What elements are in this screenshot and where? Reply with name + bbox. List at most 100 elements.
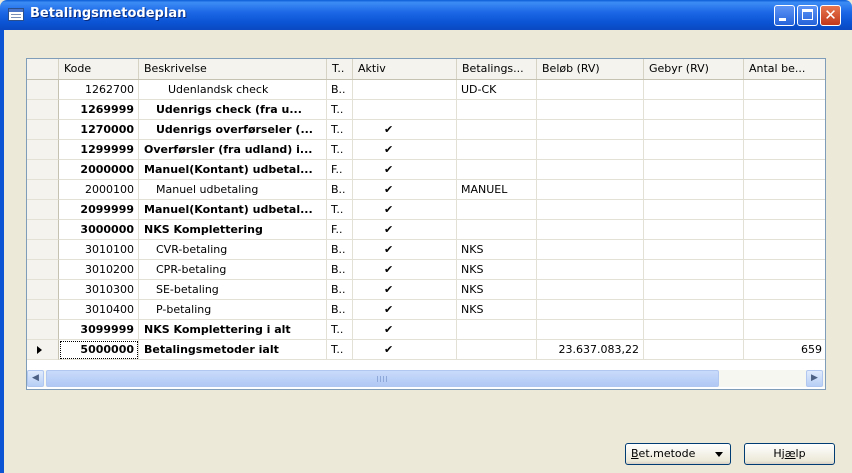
cell-beskrivelse[interactable]: SE-betaling <box>139 280 327 300</box>
cell-beskrivelse[interactable]: Overførsler (fra udland) i... <box>139 140 327 160</box>
table-row[interactable]: 3099999 NKS Komplettering i alt T.. ✔ <box>27 320 825 340</box>
cell-type[interactable]: B.. <box>327 80 353 100</box>
close-button[interactable]: ✕ <box>820 5 841 26</box>
cell-beskrivelse[interactable]: CPR-betaling <box>139 260 327 280</box>
row-selector[interactable] <box>27 100 59 120</box>
column-header-beskrivelse[interactable]: Beskrivelse <box>139 59 327 79</box>
cell-aktiv[interactable] <box>353 100 457 120</box>
cell-kode[interactable]: 3000000 <box>59 220 139 240</box>
row-selector[interactable] <box>27 320 59 340</box>
column-header-kode[interactable]: Kode <box>59 59 139 79</box>
cell-kode[interactable]: 2099999 <box>59 200 139 220</box>
cell-gebyr[interactable] <box>644 340 744 360</box>
cell-gebyr[interactable] <box>644 260 744 280</box>
column-header-betalingsmetode[interactable]: Betalings... <box>457 59 537 79</box>
cell-belob[interactable] <box>537 260 644 280</box>
cell-beskrivelse[interactable]: Betalingsmetoder ialt <box>139 340 327 360</box>
cell-aktiv[interactable]: ✔ <box>353 340 457 360</box>
cell-beskrivelse[interactable]: CVR-betaling <box>139 240 327 260</box>
table-row[interactable]: 1269999 Udenrigs check (fra u... T.. <box>27 100 825 120</box>
cell-aktiv[interactable] <box>353 80 457 100</box>
cell-antal[interactable] <box>744 80 825 100</box>
cell-type[interactable]: B.. <box>327 300 353 320</box>
scroll-right-button[interactable]: ▶ <box>806 370 823 387</box>
cell-kode[interactable]: 3010200 <box>59 260 139 280</box>
column-header-type[interactable]: T.. <box>327 59 353 79</box>
cell-antal[interactable] <box>744 240 825 260</box>
bet-metode-menu-button[interactable]: Bet.metode <box>625 443 731 465</box>
cell-betalings[interactable] <box>457 340 537 360</box>
help-button[interactable]: Hjælp <box>744 443 835 465</box>
cell-type[interactable]: F.. <box>327 220 353 240</box>
cell-antal[interactable] <box>744 220 825 240</box>
cell-beskrivelse[interactable]: NKS Komplettering <box>139 220 327 240</box>
column-header-gebyr[interactable]: Gebyr (RV) <box>644 59 744 79</box>
column-header-antal[interactable]: Antal be... <box>744 59 825 79</box>
cell-betalings[interactable] <box>457 160 537 180</box>
cell-gebyr[interactable] <box>644 100 744 120</box>
cell-betalings[interactable]: NKS <box>457 300 537 320</box>
table-row[interactable]: 2099999 Manuel(Kontant) udbetal... T.. ✔ <box>27 200 825 220</box>
cell-kode[interactable]: 1299999 <box>59 140 139 160</box>
cell-belob[interactable] <box>537 200 644 220</box>
scroll-left-button[interactable]: ◀ <box>27 370 44 387</box>
cell-aktiv[interactable]: ✔ <box>353 300 457 320</box>
cell-belob[interactable]: 23.637.083,22 <box>537 340 644 360</box>
cell-belob[interactable] <box>537 140 644 160</box>
cell-antal[interactable] <box>744 280 825 300</box>
cell-betalings[interactable]: NKS <box>457 240 537 260</box>
cell-gebyr[interactable] <box>644 80 744 100</box>
cell-kode[interactable]: 3010300 <box>59 280 139 300</box>
cell-gebyr[interactable] <box>644 320 744 340</box>
scroll-down-button[interactable]: ▼ <box>825 359 826 376</box>
cell-beskrivelse[interactable]: Manuel(Kontant) udbetal... <box>139 200 327 220</box>
cell-antal[interactable] <box>744 180 825 200</box>
cell-belob[interactable] <box>537 180 644 200</box>
cell-beskrivelse[interactable]: P-betaling <box>139 300 327 320</box>
cell-aktiv[interactable]: ✔ <box>353 140 457 160</box>
table-row[interactable]: 2000000 Manuel(Kontant) udbetal... F.. ✔ <box>27 160 825 180</box>
cell-antal[interactable] <box>744 100 825 120</box>
row-selector[interactable] <box>27 180 59 200</box>
row-selector[interactable] <box>27 280 59 300</box>
cell-kode[interactable]: 2000100 <box>59 180 139 200</box>
cell-kode[interactable]: 3010400 <box>59 300 139 320</box>
cell-type[interactable]: B.. <box>327 240 353 260</box>
cell-aktiv[interactable]: ✔ <box>353 180 457 200</box>
cell-beskrivelse[interactable]: Udenrigs overførseler (... <box>139 120 327 140</box>
row-selector[interactable] <box>27 120 59 140</box>
cell-betalings[interactable]: MANUEL <box>457 180 537 200</box>
cell-belob[interactable] <box>537 100 644 120</box>
row-selector[interactable] <box>27 200 59 220</box>
cell-betalings[interactable] <box>457 200 537 220</box>
row-selector[interactable] <box>27 80 59 100</box>
cell-beskrivelse[interactable]: Udenrigs check (fra u... <box>139 100 327 120</box>
cell-belob[interactable] <box>537 300 644 320</box>
table-row[interactable]: 1299999 Overførsler (fra udland) i... T.. ✔ <box>27 140 825 160</box>
table-row[interactable]: 1262700 Udenlandsk check B.. UD-CK <box>27 80 825 100</box>
cell-betalings[interactable]: NKS <box>457 260 537 280</box>
cell-belob[interactable] <box>537 320 644 340</box>
vertical-scroll-thumb[interactable] <box>825 348 826 362</box>
row-selector[interactable] <box>27 140 59 160</box>
cell-belob[interactable] <box>537 160 644 180</box>
cell-belob[interactable] <box>537 220 644 240</box>
cell-kode[interactable]: 1269999 <box>59 100 139 120</box>
table-row[interactable]: 3000000 NKS Komplettering F.. ✔ <box>27 220 825 240</box>
cell-kode[interactable]: 1270000 <box>59 120 139 140</box>
table-row[interactable]: 3010200 CPR-betaling B.. ✔ NKS <box>27 260 825 280</box>
cell-type[interactable]: B.. <box>327 180 353 200</box>
cell-betalings[interactable]: UD-CK <box>457 80 537 100</box>
cell-gebyr[interactable] <box>644 300 744 320</box>
cell-type[interactable]: T.. <box>327 200 353 220</box>
row-selector[interactable] <box>27 160 59 180</box>
table-row[interactable]: 3010300 SE-betaling B.. ✔ NKS <box>27 280 825 300</box>
cell-aktiv[interactable]: ✔ <box>353 120 457 140</box>
table-row[interactable]: 2000100 Manuel udbetaling B.. ✔ MANUEL <box>27 180 825 200</box>
cell-gebyr[interactable] <box>644 160 744 180</box>
cell-kode[interactable]: 3010100 <box>59 240 139 260</box>
cell-belob[interactable] <box>537 240 644 260</box>
cell-antal[interactable] <box>744 140 825 160</box>
cell-betalings[interactable] <box>457 220 537 240</box>
cell-gebyr[interactable] <box>644 240 744 260</box>
